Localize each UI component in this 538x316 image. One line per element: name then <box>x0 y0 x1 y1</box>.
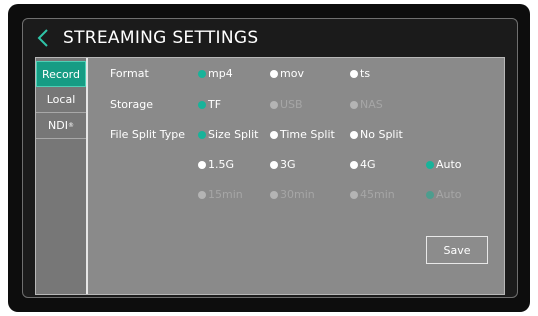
radio-icon <box>350 69 358 78</box>
radio-icon <box>350 130 358 139</box>
header-bar: STREAMING SETTINGS <box>23 19 517 57</box>
option-label: 3G <box>280 158 296 171</box>
device-bezel: STREAMING SETTINGS Record Local NDI ® For… <box>8 4 530 312</box>
option-label: TF <box>208 98 222 111</box>
radio-icon <box>198 190 206 199</box>
save-button[interactable]: Save <box>426 236 488 264</box>
option-label: mp4 <box>208 67 233 80</box>
tab-ndi[interactable]: NDI ® <box>36 113 86 139</box>
radio-icon <box>270 69 278 78</box>
size-option-4g[interactable]: 4G <box>350 158 376 171</box>
storage-option-nas: NAS <box>350 98 383 111</box>
radio-icon <box>198 160 206 169</box>
format-label: Format <box>110 67 149 80</box>
time-option-30min: 30min <box>270 188 315 201</box>
sidebar: Record Local NDI ® <box>36 58 88 294</box>
time-option-15min: 15min <box>198 188 243 201</box>
tab-local[interactable]: Local <box>36 87 86 113</box>
option-label: Auto <box>436 158 462 171</box>
format-option-ts[interactable]: ts <box>350 67 370 80</box>
radio-selected-icon <box>426 190 434 199</box>
registered-mark: ® <box>67 122 74 129</box>
radio-icon <box>350 190 358 199</box>
radio-icon <box>350 100 358 109</box>
option-label: 45min <box>360 188 395 201</box>
radio-icon <box>270 130 278 139</box>
page-title: STREAMING SETTINGS <box>63 28 259 48</box>
settings-panel: Record Local NDI ® Format mp4 mov ts Sto… <box>35 57 505 295</box>
back-button[interactable] <box>23 19 63 57</box>
option-label: 4G <box>360 158 376 171</box>
radio-selected-icon <box>198 130 206 139</box>
storage-option-usb: USB <box>270 98 303 111</box>
radio-icon <box>270 100 278 109</box>
radio-selected-icon <box>198 100 206 109</box>
format-option-mov[interactable]: mov <box>270 67 304 80</box>
tab-record[interactable]: Record <box>36 61 86 87</box>
storage-option-tf[interactable]: TF <box>198 98 221 111</box>
size-option-auto[interactable]: Auto <box>426 158 462 171</box>
option-label: Time Split <box>280 128 335 141</box>
option-label: 1.5G <box>208 158 235 171</box>
size-option-1-5g[interactable]: 1.5G <box>198 158 234 171</box>
file-split-type-label: File Split Type <box>110 128 186 141</box>
option-label: 30min <box>280 188 315 201</box>
radio-icon <box>350 160 358 169</box>
option-label: ts <box>360 67 371 80</box>
tab-record-label: Record <box>41 67 80 81</box>
radio-icon <box>270 190 278 199</box>
option-label: 15min <box>208 188 243 201</box>
radio-selected-icon <box>198 69 206 78</box>
settings-window: STREAMING SETTINGS Record Local NDI ® For… <box>22 18 518 298</box>
split-option-none[interactable]: No Split <box>350 128 403 141</box>
option-label: No Split <box>360 128 403 141</box>
record-settings: Format mp4 mov ts Storage TF USB NAS Fil… <box>88 58 504 294</box>
split-option-size[interactable]: Size Split <box>198 128 258 141</box>
format-option-mp4[interactable]: mp4 <box>198 67 233 80</box>
option-label: Size Split <box>208 128 259 141</box>
option-label: Auto <box>436 188 462 201</box>
radio-selected-icon <box>426 160 434 169</box>
option-label: mov <box>280 67 304 80</box>
time-option-auto: Auto <box>426 188 462 201</box>
split-option-time[interactable]: Time Split <box>270 128 335 141</box>
radio-icon <box>270 160 278 169</box>
tab-local-label: Local <box>46 93 76 106</box>
size-option-3g[interactable]: 3G <box>270 158 296 171</box>
option-label: USB <box>280 98 303 111</box>
tab-ndi-label: NDI <box>48 119 68 132</box>
time-option-45min: 45min <box>350 188 395 201</box>
option-label: NAS <box>360 98 383 111</box>
storage-label: Storage <box>110 98 154 111</box>
chevron-left-icon <box>37 29 48 47</box>
